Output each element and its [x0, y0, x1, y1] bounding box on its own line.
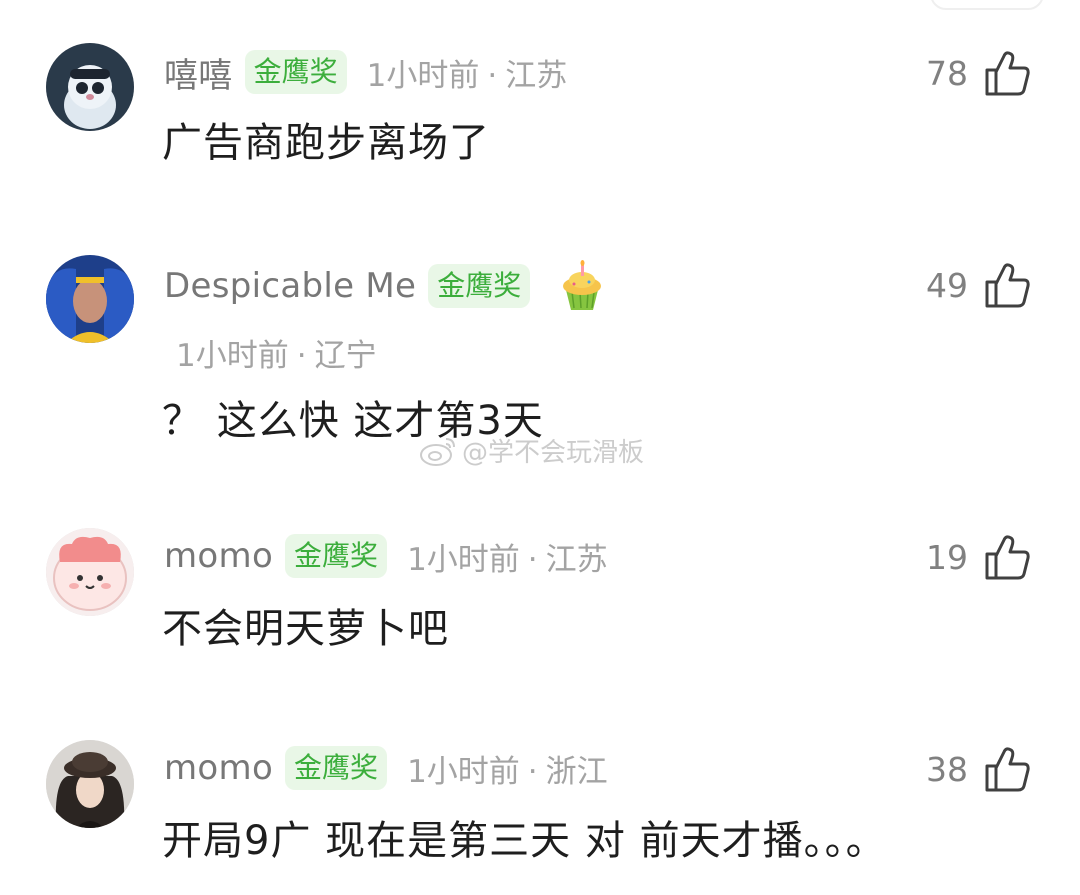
- comment-text: 不会明天萝卜吧: [162, 606, 449, 652]
- location: 江苏: [505, 57, 568, 94]
- separator: ·: [487, 57, 498, 94]
- weibo-icon: [420, 437, 455, 466]
- location: 浙江: [545, 753, 608, 790]
- timestamp: 1小时前: [176, 338, 289, 374]
- location: 江苏: [545, 541, 608, 578]
- comment-meta: 1小时前 · 江苏: [407, 534, 608, 579]
- like-button[interactable]: 19: [926, 532, 1032, 582]
- thumbs-up-icon: [985, 263, 1030, 308]
- avatar[interactable]: [46, 528, 134, 616]
- award-badge: 金鹰奖: [244, 50, 347, 94]
- comment-text: 广告商跑步离场了: [162, 120, 490, 166]
- like-button[interactable]: 38: [926, 744, 1032, 794]
- like-count: 19: [926, 537, 968, 577]
- award-badge: 金鹰奖: [285, 534, 388, 578]
- like-count: 78: [926, 53, 968, 93]
- avatar[interactable]: [46, 740, 134, 828]
- timestamp: 1小时前: [407, 753, 520, 790]
- thumbs-up-icon: [985, 747, 1030, 792]
- award-badge: 金鹰奖: [285, 746, 388, 790]
- username[interactable]: momo: [164, 536, 273, 576]
- award-badge: 金鹰奖: [428, 264, 531, 308]
- thumbs-up-icon: [985, 535, 1030, 580]
- top-partial-element: [930, 0, 1044, 10]
- separator: ·: [296, 338, 307, 374]
- comment-text: 开局9广 现在是第三天 对 前天才播。。。: [162, 818, 887, 864]
- separator: ·: [527, 541, 538, 578]
- separator: ·: [527, 753, 538, 790]
- comment-meta: 1小时前 · 辽宁: [176, 330, 377, 375]
- watermark-text: @学不会玩滑板: [462, 438, 645, 468]
- avatar[interactable]: [46, 255, 134, 343]
- like-count: 38: [926, 749, 968, 789]
- like-count: 49: [926, 265, 968, 305]
- comment-meta: 1小时前 · 浙江: [407, 746, 608, 791]
- like-button[interactable]: 78: [926, 48, 1032, 98]
- username[interactable]: 嘻嘻: [164, 48, 233, 97]
- avatar[interactable]: [46, 43, 134, 131]
- cupcake-icon: [563, 260, 602, 310]
- username[interactable]: Despicable Me: [164, 266, 416, 306]
- like-button[interactable]: 49: [926, 260, 1032, 310]
- comment-meta: 1小时前 · 江苏: [367, 50, 568, 95]
- watermark: @学不会玩滑板: [418, 432, 644, 469]
- thumbs-up-icon: [985, 51, 1030, 96]
- location: 辽宁: [314, 338, 377, 374]
- timestamp: 1小时前: [407, 541, 520, 578]
- username[interactable]: momo: [164, 748, 273, 788]
- timestamp: 1小时前: [366, 57, 480, 94]
